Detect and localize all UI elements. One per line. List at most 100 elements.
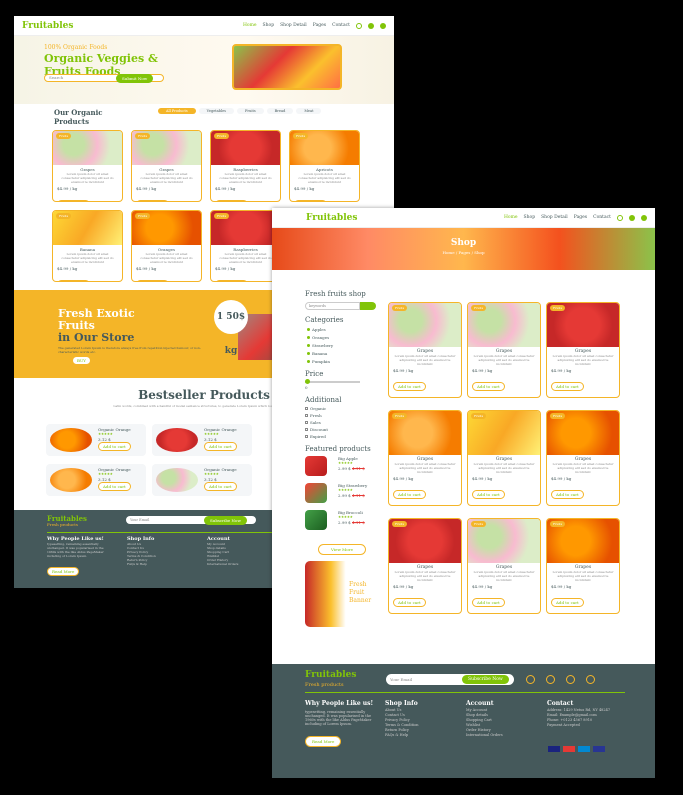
product-card[interactable]: Fruits Banana Lorem ipsum dolor sit amet c…: [52, 210, 123, 282]
featured-product[interactable]: Big Apple ★★★★★ 2.99 $ 4.11 $: [305, 456, 385, 480]
add-to-cart-button[interactable]: Add to cart: [551, 598, 584, 607]
add-to-cart-button[interactable]: Add to cart: [393, 490, 426, 499]
search-icon[interactable]: [617, 214, 623, 221]
footer-link[interactable]: Shopping Cart: [466, 718, 530, 722]
additional-checkbox[interactable]: Sales: [305, 420, 385, 425]
featured-product[interactable]: Big Broccoli ★★★★★ 2.99 $ 4.11 $: [305, 510, 385, 534]
bestseller-card[interactable]: Organic Orange ★★★★★ 3.12 $ Add to cart: [152, 424, 252, 456]
add-to-cart-button[interactable]: Add to cart: [57, 280, 90, 281]
view-more-button[interactable]: View More: [318, 544, 366, 555]
footer-read-more-button[interactable]: Read More: [47, 567, 80, 576]
tab-bread[interactable]: Bread: [266, 108, 294, 114]
nav-pages[interactable]: Pages: [574, 215, 587, 220]
footer-link[interactable]: My Account: [466, 708, 530, 712]
add-to-cart-button[interactable]: Add to cart: [472, 490, 505, 499]
nav-contact[interactable]: Contact: [593, 215, 611, 220]
product-card[interactable]: Fruits Grapes Lorem ipsum dolor sit amet c…: [388, 302, 462, 398]
add-to-cart-button[interactable]: Add to cart: [472, 598, 505, 607]
footer-link[interactable]: Contact Us: [385, 713, 449, 717]
product-card[interactable]: Fruits Oranges Lorem ipsum dolor sit amet …: [131, 210, 202, 282]
nav-home[interactable]: Home: [504, 215, 518, 220]
nav-shop[interactable]: Shop: [263, 23, 275, 28]
add-to-cart-button[interactable]: Add to cart: [393, 382, 426, 391]
footer-link[interactable]: Order History: [466, 728, 530, 732]
bestseller-card[interactable]: Organic Orange ★★★★★ 3.12 $ Add to cart: [46, 424, 146, 456]
tab-all[interactable]: All Products: [158, 108, 196, 114]
search-icon[interactable]: [360, 302, 376, 310]
add-to-cart-button[interactable]: Add to cart: [57, 200, 90, 201]
footer-link[interactable]: Shop details: [466, 713, 530, 717]
category-link[interactable]: Oranges: [305, 335, 385, 340]
tab-fruits[interactable]: Fruits: [236, 108, 264, 114]
facebook-icon[interactable]: [546, 675, 555, 684]
cart-icon[interactable]: [368, 22, 374, 29]
logo[interactable]: Fruitables: [280, 213, 504, 223]
footer-link[interactable]: International Orders: [207, 562, 267, 566]
product-card[interactable]: Fruits Grapes Lorem ipsum dolor sit amet c…: [546, 410, 620, 506]
footer-link[interactable]: International Orders: [466, 733, 530, 737]
fresh-fruit-banner[interactable]: Fresh Fruit Banner: [305, 561, 379, 627]
additional-checkbox[interactable]: Organic: [305, 406, 385, 411]
footer-link[interactable]: About Us: [385, 708, 449, 712]
footer-link[interactable]: Terms & Condition: [385, 723, 449, 727]
bestseller-card[interactable]: Organic Orange ★★★★★ 3.12 $ Add to cart: [46, 464, 146, 496]
user-icon[interactable]: [641, 214, 647, 221]
footer-subscribe-button[interactable]: Subscribe Now: [462, 675, 509, 684]
product-card[interactable]: Fruits Grapes Lorem ipsum dolor sit amet c…: [546, 518, 620, 614]
user-icon[interactable]: [380, 22, 386, 29]
additional-checkbox[interactable]: Fresh: [305, 413, 385, 418]
product-card[interactable]: Fruits Grapes Lorem ipsum dolor sit amet c…: [546, 302, 620, 398]
add-to-cart-button[interactable]: Add to cart: [98, 482, 131, 491]
search-icon[interactable]: [356, 22, 362, 29]
category-link[interactable]: Pumpkin: [305, 359, 385, 364]
product-card[interactable]: Fruits Grapes Lorem ipsum dolor sit amet c…: [467, 518, 541, 614]
category-link[interactable]: Strawbery: [305, 343, 385, 348]
add-to-cart-button[interactable]: Add to cart: [472, 382, 505, 391]
add-to-cart-button[interactable]: Add to cart: [204, 482, 237, 491]
product-card[interactable]: Fruits Apricots Lorem ipsum dolor sit amet…: [289, 130, 360, 202]
footer-link[interactable]: FAQs & Help: [127, 562, 187, 566]
logo[interactable]: Fruitables: [22, 21, 243, 31]
nav-pages[interactable]: Pages: [313, 23, 326, 28]
bestseller-card[interactable]: Organic Orange ★★★★★ 3.12 $ Add to cart: [152, 464, 252, 496]
add-to-cart-button[interactable]: Add to cart: [393, 598, 426, 607]
footer-link[interactable]: Return Policy: [385, 728, 449, 732]
cart-icon[interactable]: [629, 214, 635, 221]
footer-logo[interactable]: Fruitables: [305, 670, 356, 680]
youtube-icon[interactable]: [566, 675, 575, 684]
promo-buy-button[interactable]: BUY: [72, 356, 91, 365]
category-link[interactable]: Banana: [305, 351, 385, 356]
product-card[interactable]: Fruits Raspberries Lorem ipsum dolor sit a…: [210, 210, 281, 282]
linkedin-icon[interactable]: [586, 675, 595, 684]
nav-home[interactable]: Home: [243, 23, 257, 28]
additional-checkbox[interactable]: Expired: [305, 434, 385, 439]
product-card[interactable]: Fruits Grapes Lorem ipsum dolor sit amet c…: [52, 130, 123, 202]
product-card[interactable]: Fruits Grapes Lorem ipsum dolor sit amet c…: [131, 130, 202, 202]
nav-contact[interactable]: Contact: [332, 23, 350, 28]
add-to-cart-button[interactable]: Add to cart: [294, 200, 327, 201]
tab-vegetables[interactable]: Vegetables: [198, 108, 234, 114]
featured-product[interactable]: Big Strawbery ★★★★★ 2.99 $ 4.11 $: [305, 483, 385, 507]
add-to-cart-button[interactable]: Add to cart: [215, 280, 248, 281]
add-to-cart-button[interactable]: Add to cart: [215, 200, 248, 201]
nav-shop[interactable]: Shop: [524, 215, 536, 220]
product-card[interactable]: Fruits Raspberries Lorem ipsum dolor sit a…: [210, 130, 281, 202]
nav-shop-detail[interactable]: Shop Detail: [541, 215, 568, 220]
hero-submit-button[interactable]: Submit Now: [116, 74, 154, 83]
add-to-cart-button[interactable]: Add to cart: [136, 280, 169, 281]
footer-read-more-button[interactable]: Read More: [305, 736, 342, 747]
category-link[interactable]: Apples: [305, 327, 385, 332]
product-card[interactable]: Fruits Grapes Lorem ipsum dolor sit amet c…: [467, 410, 541, 506]
footer-link[interactable]: Privacy Policy: [385, 718, 449, 722]
product-card[interactable]: Fruits Grapes Lorem ipsum dolor sit amet c…: [388, 410, 462, 506]
tab-meat[interactable]: Meat: [296, 108, 322, 114]
price-slider[interactable]: [305, 379, 360, 384]
nav-shop-detail[interactable]: Shop Detail: [280, 23, 307, 28]
add-to-cart-button[interactable]: Add to cart: [136, 200, 169, 201]
additional-checkbox[interactable]: Discount: [305, 427, 385, 432]
sidebar-search-input[interactable]: keywords: [305, 302, 360, 310]
product-card[interactable]: Fruits Grapes Lorem ipsum dolor sit amet c…: [467, 302, 541, 398]
add-to-cart-button[interactable]: Add to cart: [551, 382, 584, 391]
footer-link[interactable]: Wishlist: [466, 723, 530, 727]
add-to-cart-button[interactable]: Add to cart: [98, 442, 131, 451]
